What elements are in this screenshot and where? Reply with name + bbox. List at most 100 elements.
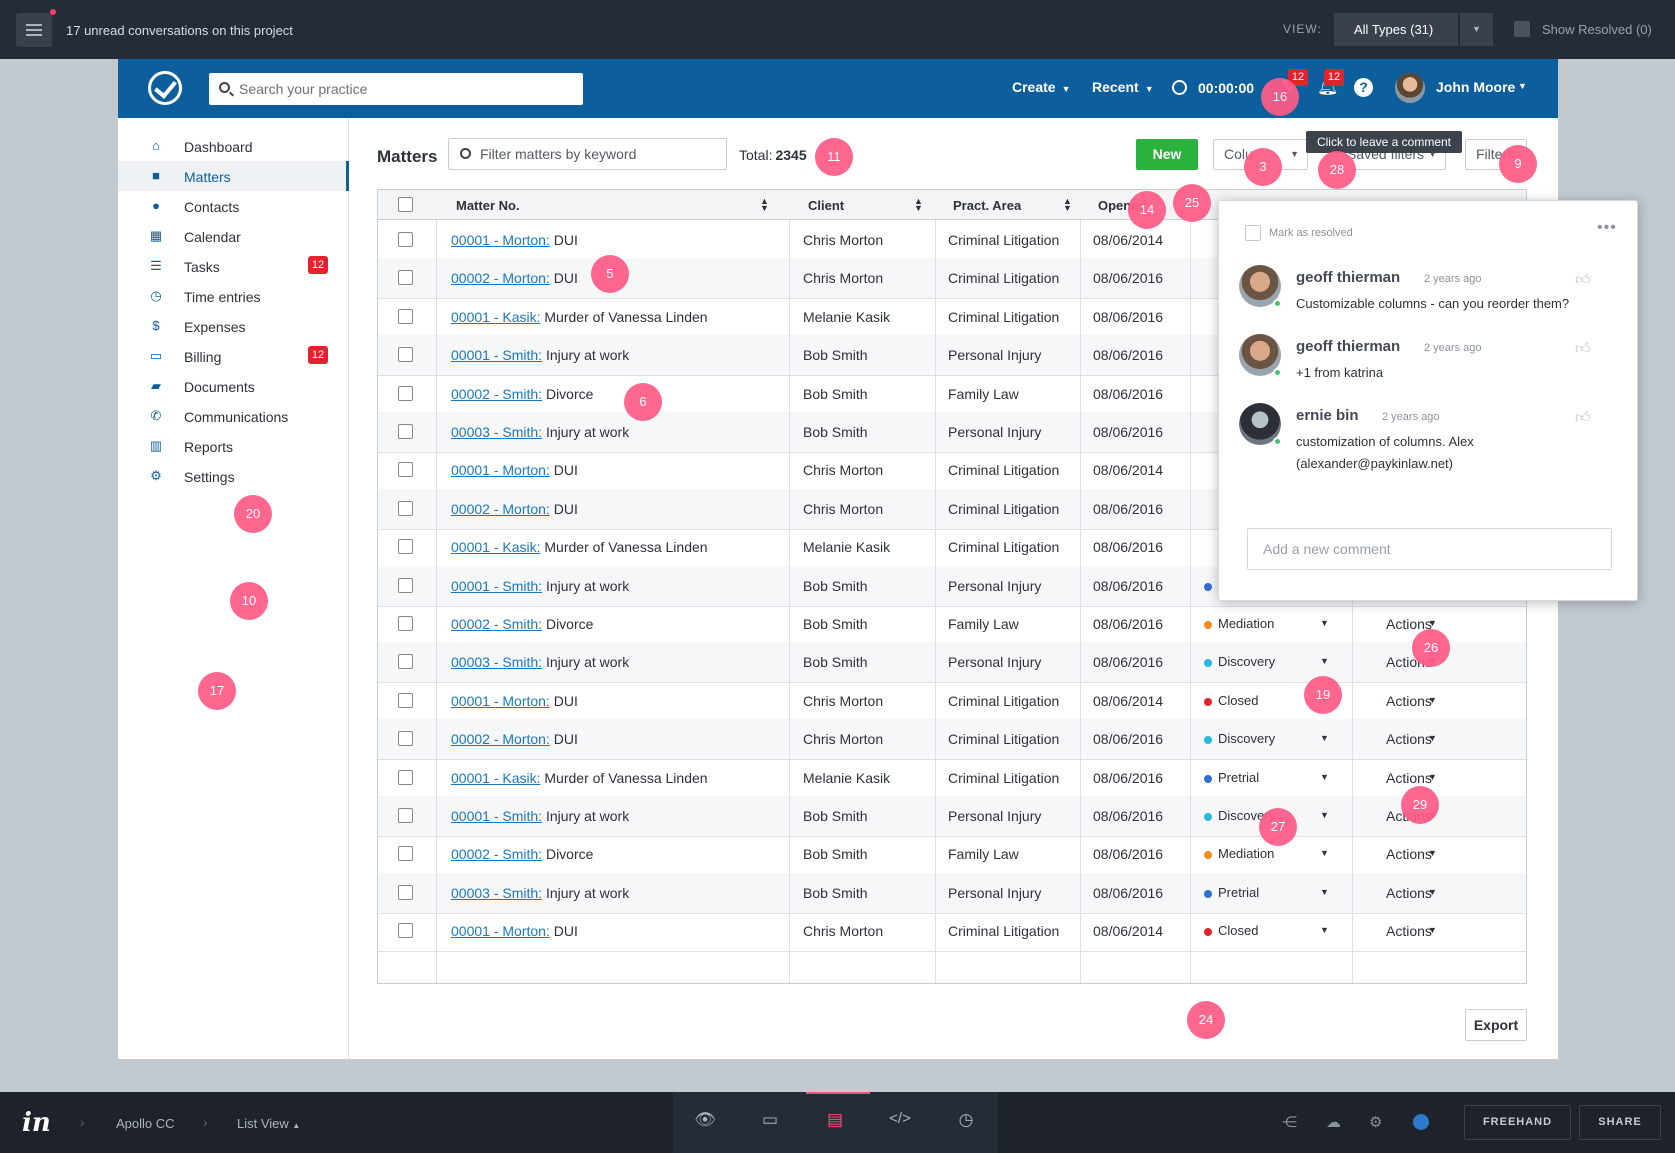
matter-link[interactable]: 00003 - Smith: [451, 885, 542, 901]
row-checkbox[interactable] [398, 424, 413, 439]
matter-link[interactable]: 00002 - Smith: [451, 386, 542, 402]
comment-pin[interactable]: 9 [1499, 145, 1537, 183]
create-menu[interactable]: Create ▼ [1012, 79, 1071, 95]
invision-logo[interactable]: in [22, 1108, 51, 1138]
row-checkbox[interactable] [398, 270, 413, 286]
matter-link[interactable]: 00001 - Kasik: [451, 309, 541, 325]
comment-pin[interactable]: 26 [1412, 629, 1450, 667]
sidebar-item-billing[interactable]: ▭ Billing 12 [118, 341, 349, 371]
chevron-down-icon[interactable]: ▼ [1428, 618, 1437, 628]
comment-pin[interactable]: 6 [624, 383, 662, 421]
matter-link[interactable]: 00003 - Smith: [451, 424, 542, 440]
share-button[interactable]: SHARE [1579, 1105, 1661, 1140]
app-logo[interactable] [148, 71, 182, 105]
matter-link[interactable]: 00001 - Kasik: [451, 770, 541, 786]
comment-pin[interactable]: 27 [1259, 808, 1297, 846]
status-select[interactable]: Discovery [1218, 731, 1275, 746]
matter-link[interactable]: 00001 - Morton: [451, 232, 550, 248]
comment-pin[interactable]: 10 [230, 582, 268, 620]
timer-display[interactable]: 00:00:00 [1198, 80, 1254, 96]
comment-pin[interactable]: 20 [234, 495, 272, 533]
cloud-upload-icon[interactable]: ☁ [1326, 1113, 1341, 1131]
actions-menu[interactable]: Actions [1386, 731, 1432, 747]
chevron-down-icon[interactable]: ▼ [1428, 695, 1437, 705]
column-header-practice-area[interactable]: Pract. Area [953, 198, 1021, 213]
comment-pin[interactable]: 14 [1128, 191, 1166, 229]
clock-icon[interactable] [1172, 80, 1187, 95]
export-button[interactable]: Export [1465, 1009, 1527, 1041]
column-header-matter-no[interactable]: Matter No. [456, 198, 520, 213]
chevron-down-icon[interactable]: ▼ [1518, 81, 1527, 91]
comment-pin[interactable]: 3 [1244, 148, 1282, 186]
row-checkbox[interactable] [398, 923, 413, 939]
chevron-down-icon[interactable]: ▼ [1320, 772, 1329, 782]
comment-pin[interactable]: 11 [815, 138, 853, 176]
thumbs-up-icon[interactable]: 👍︎ [1575, 409, 1591, 427]
new-matter-button[interactable]: New [1136, 139, 1198, 170]
chevron-down-icon[interactable]: ▼ [1428, 848, 1437, 858]
actions-menu[interactable]: Actions [1386, 923, 1432, 939]
row-checkbox[interactable] [398, 308, 413, 324]
chevron-down-icon[interactable]: ▼ [1320, 618, 1329, 628]
row-checkbox[interactable] [398, 884, 413, 900]
thumbs-up-icon[interactable]: 👍︎ [1575, 271, 1591, 289]
sidebar-item-documents[interactable]: ▰ Documents [118, 371, 349, 401]
row-checkbox[interactable] [398, 731, 413, 747]
screen-breadcrumb[interactable]: List View ▲ [237, 1116, 300, 1131]
comment-pin[interactable]: 28 [1318, 151, 1356, 189]
chevron-down-icon[interactable]: ▼ [1320, 656, 1329, 666]
status-select[interactable]: Closed [1218, 923, 1258, 938]
status-select[interactable]: Mediation [1218, 846, 1274, 861]
chevron-down-icon[interactable]: ▼ [1320, 848, 1329, 858]
comment-pin[interactable]: 16 [1261, 78, 1299, 116]
filter-input[interactable]: Filter matters by keyword [448, 138, 727, 170]
chevron-down-icon[interactable]: ▼ [1428, 887, 1437, 897]
row-checkbox[interactable] [398, 692, 413, 708]
preview-mode-eye-icon[interactable]: 👁︎ [690, 1110, 720, 1134]
row-checkbox[interactable] [398, 769, 413, 785]
matter-link[interactable]: 00002 - Morton: [451, 731, 550, 747]
search-input[interactable]: Search your practice [209, 73, 583, 105]
matter-link[interactable]: 00002 - Morton: [451, 270, 550, 286]
matter-link[interactable]: 00001 - Morton: [451, 462, 550, 478]
chevron-down-icon[interactable]: ▼ [1320, 733, 1329, 743]
add-comment-input[interactable]: Add a new comment [1247, 528, 1612, 570]
freehand-button[interactable]: FREEHAND [1464, 1105, 1571, 1140]
sidebar-item-expenses[interactable]: $ Expenses [118, 311, 349, 341]
avatar[interactable] [1395, 73, 1425, 103]
matter-link[interactable]: 00001 - Morton: [451, 693, 550, 709]
status-select[interactable]: Closed [1218, 693, 1258, 708]
column-header-client[interactable]: Client [808, 198, 844, 213]
comment-pin[interactable]: 29 [1401, 786, 1439, 824]
status-select[interactable]: Pretrial [1218, 885, 1259, 900]
sort-icon[interactable]: ▲ ▼ [914, 197, 923, 213]
chevron-down-icon[interactable]: ▼ [1320, 887, 1329, 897]
sidebar-item-contacts[interactable]: ● Contacts [118, 191, 349, 221]
mark-resolved-checkbox[interactable] [1245, 225, 1261, 241]
matter-link[interactable]: 00002 - Smith: [451, 846, 542, 862]
inspect-code-icon[interactable]: </> [885, 1110, 915, 1134]
row-checkbox[interactable] [398, 654, 413, 670]
matter-link[interactable]: 00001 - Morton: [451, 923, 550, 939]
show-resolved-checkbox[interactable] [1514, 21, 1530, 37]
build-mode-icon[interactable]: ▭ [755, 1110, 785, 1134]
select-all-checkbox[interactable] [398, 197, 413, 212]
help-icon[interactable]: ? [1354, 78, 1373, 97]
row-checkbox[interactable] [398, 808, 413, 823]
sidebar-item-tasks[interactable]: ☰ Tasks 12 [118, 251, 349, 281]
sort-icon[interactable]: ▲ ▼ [760, 197, 769, 213]
chevron-down-icon[interactable]: ▼ [1320, 925, 1329, 935]
menu-icon[interactable] [16, 13, 52, 47]
row-checkbox[interactable] [398, 577, 413, 593]
sidebar-item-dashboard[interactable]: ⌂ Dashboard [118, 131, 349, 161]
actions-menu[interactable]: Actions [1386, 693, 1432, 709]
matter-link[interactable]: 00001 - Smith: [451, 347, 542, 363]
mark-resolved-label[interactable]: Mark as resolved [1269, 227, 1353, 239]
matter-link[interactable]: 00001 - Smith: [451, 578, 542, 594]
actions-menu[interactable]: Actions [1386, 770, 1432, 786]
comment-pin[interactable]: 25 [1173, 184, 1211, 222]
status-select[interactable]: Pretrial [1218, 770, 1259, 785]
sidebar-item-settings[interactable]: ⚙ Settings [118, 461, 349, 491]
view-type-select[interactable]: All Types (31) [1334, 13, 1458, 46]
show-resolved-label[interactable]: Show Resolved (0) [1542, 22, 1652, 37]
